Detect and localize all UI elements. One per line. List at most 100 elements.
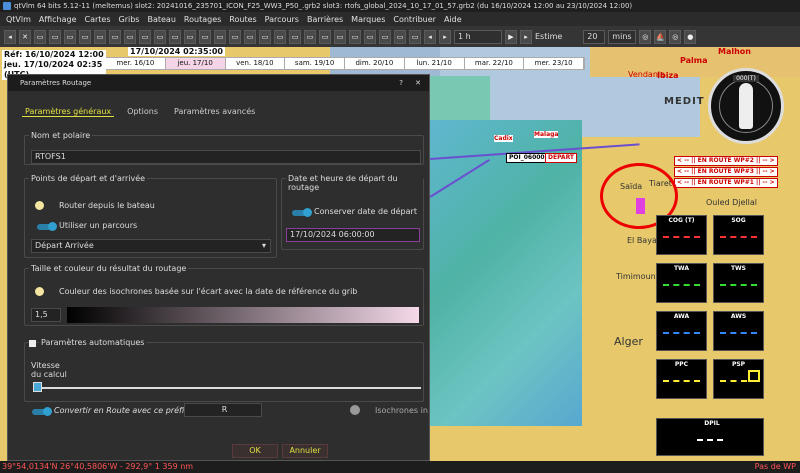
tool-4-icon[interactable]: ▭ (49, 29, 61, 44)
menu-marques[interactable]: Marques (351, 15, 385, 24)
dialog-tabs: Paramètres généraux Options Paramètres a… (22, 107, 258, 117)
menu-gribs[interactable]: Gribs (119, 15, 140, 24)
tab-general[interactable]: Paramètres généraux (22, 107, 115, 117)
menu-routages[interactable]: Routages (184, 15, 221, 24)
minutes-value[interactable]: 20 (583, 29, 606, 44)
color-gradient-bar[interactable] (67, 307, 419, 323)
date-field[interactable]: 17/10/2024 06:00:00 (286, 228, 420, 242)
ok-button[interactable]: OK (232, 444, 278, 458)
lifebuoy-icon[interactable]: ◎ (669, 29, 682, 44)
timeline[interactable]: mer. 16/10 jeu. 17/10 ven. 18/10 sam. 19… (105, 57, 585, 70)
tool-15-icon[interactable]: ▭ (214, 29, 226, 44)
router-boat-radio[interactable] (35, 201, 44, 210)
menu-cartes[interactable]: Cartes (85, 15, 111, 24)
tool-3-icon[interactable]: ▭ (34, 29, 46, 44)
tool-28-icon[interactable]: ▭ (409, 29, 421, 44)
timeline-day[interactable]: sam. 19/10 (285, 58, 345, 69)
menu-aide[interactable]: Aide (444, 15, 462, 24)
timeline-day[interactable]: dim. 20/10 (345, 58, 405, 69)
line-width-spinbox[interactable]: 1,5 (31, 308, 61, 322)
timeline-day[interactable]: jeu. 17/10 (165, 58, 226, 69)
tool-30-icon[interactable]: ▸ (439, 29, 451, 44)
tool-1-icon[interactable]: ◂ (4, 29, 16, 44)
keep-date-toggle[interactable] (292, 208, 312, 217)
tool-19-icon[interactable]: ▭ (274, 29, 286, 44)
waypoint-label-3[interactable]: < -- || EN ROUTE WP#3 || -- > (674, 167, 778, 177)
instrument-value (663, 380, 700, 382)
tool-14-icon[interactable]: ▭ (199, 29, 211, 44)
tool-6-icon[interactable]: ▭ (79, 29, 91, 44)
timeline-day[interactable]: lun. 21/10 (405, 58, 465, 69)
prefix-field[interactable]: R (184, 403, 262, 417)
cancel-button[interactable]: Annuler (282, 444, 328, 458)
target-icon[interactable]: ◎ (639, 29, 652, 44)
speed-slider[interactable] (35, 387, 421, 389)
instrument-label: TWS (730, 265, 747, 272)
waypoint-label-2[interactable]: < -- || EN ROUTE WP#2 || -- > (674, 156, 778, 166)
timeline-day[interactable]: mer. 23/10 (524, 58, 584, 69)
minutes-unit[interactable]: mins (608, 29, 637, 44)
route-select[interactable]: Départ Arrivée ▾ (31, 239, 271, 253)
compass-rose[interactable]: 000(T) (708, 68, 784, 144)
tool-12-icon[interactable]: ▭ (169, 29, 181, 44)
boat-marker-icon[interactable] (636, 198, 645, 214)
depart-label[interactable]: DÉPART (545, 153, 578, 163)
tool-29-icon[interactable]: ◂ (424, 29, 436, 44)
tool-25-icon[interactable]: ▭ (364, 29, 376, 44)
tool-8-icon[interactable]: ▭ (109, 29, 121, 44)
auto-group-title: Paramètres automatiques (39, 338, 147, 347)
instrument-value (720, 284, 757, 286)
menu-parcours[interactable]: Parcours (265, 15, 299, 24)
tool-21-icon[interactable]: ▭ (304, 29, 316, 44)
window-titlebar: qtVlm 64 bits 5.12-11 (meltemus) slot2: … (0, 0, 800, 12)
tab-options[interactable]: Options (124, 107, 161, 117)
tool-18-icon[interactable]: ▭ (259, 29, 271, 44)
tool-22-icon[interactable]: ▭ (319, 29, 331, 44)
use-route-toggle[interactable] (37, 222, 57, 231)
tool-23-icon[interactable]: ▭ (334, 29, 346, 44)
menu-contribuer[interactable]: Contribuer (393, 15, 436, 24)
menu-routes[interactable]: Routes (229, 15, 256, 24)
next-icon[interactable]: ▸ (520, 29, 532, 44)
psp-box-icon (748, 370, 760, 382)
menu-affichage[interactable]: Affichage (39, 15, 77, 24)
auto-group: Paramètres automatiques Vitesse du calcu… (24, 338, 424, 402)
tool-24-icon[interactable]: ▭ (349, 29, 361, 44)
menu-bar: QtVlm Affichage Cartes Gribs Bateau Rout… (0, 12, 800, 26)
timeline-day[interactable]: ven. 18/10 (226, 58, 286, 69)
tab-advanced[interactable]: Paramètres avancés (171, 107, 258, 117)
tool-10-icon[interactable]: ▭ (139, 29, 151, 44)
tool-9-icon[interactable]: ▭ (124, 29, 136, 44)
instrument-value (663, 284, 700, 286)
isochrone-color-label: Couleur des isochrones basée sur l'écart… (59, 287, 358, 296)
boat-icon[interactable]: ⛵ (654, 29, 667, 44)
tool-7-icon[interactable]: ▭ (94, 29, 106, 44)
timeline-day[interactable]: mar. 22/10 (465, 58, 525, 69)
tool-27-icon[interactable]: ▭ (394, 29, 406, 44)
menu-bateau[interactable]: Bateau (147, 15, 175, 24)
step-select[interactable]: 1 h (454, 29, 502, 44)
help-icon[interactable]: ? (399, 75, 403, 91)
tool-20-icon[interactable]: ▭ (289, 29, 301, 44)
menu-barrieres[interactable]: Barrières (307, 15, 343, 24)
instrument-cog: COG (T) (656, 215, 707, 255)
stop-icon[interactable]: ● (684, 29, 697, 44)
tool-2-icon[interactable]: ✕ (19, 29, 31, 44)
speed-slider-handle[interactable] (33, 382, 42, 392)
isochrones-radio[interactable] (350, 405, 360, 415)
tool-26-icon[interactable]: ▭ (379, 29, 391, 44)
convert-route-toggle[interactable] (32, 407, 52, 416)
waypoint-label-1[interactable]: < -- || EN ROUTE WP#1 || -- > (674, 178, 778, 188)
tool-5-icon[interactable]: ▭ (64, 29, 76, 44)
tool-11-icon[interactable]: ▭ (154, 29, 166, 44)
tool-13-icon[interactable]: ▭ (184, 29, 196, 44)
tool-16-icon[interactable]: ▭ (229, 29, 241, 44)
auto-checkbox[interactable] (29, 340, 36, 347)
close-icon[interactable]: ✕ (415, 75, 421, 91)
tool-17-icon[interactable]: ▭ (244, 29, 256, 44)
play-icon[interactable]: ▶ (505, 29, 517, 44)
menu-qtvlm[interactable]: QtVlm (6, 15, 31, 24)
name-field[interactable]: RTOFS1 (31, 150, 421, 164)
timeline-day[interactable]: mer. 16/10 (106, 58, 166, 69)
isochrone-color-radio[interactable] (35, 287, 44, 296)
